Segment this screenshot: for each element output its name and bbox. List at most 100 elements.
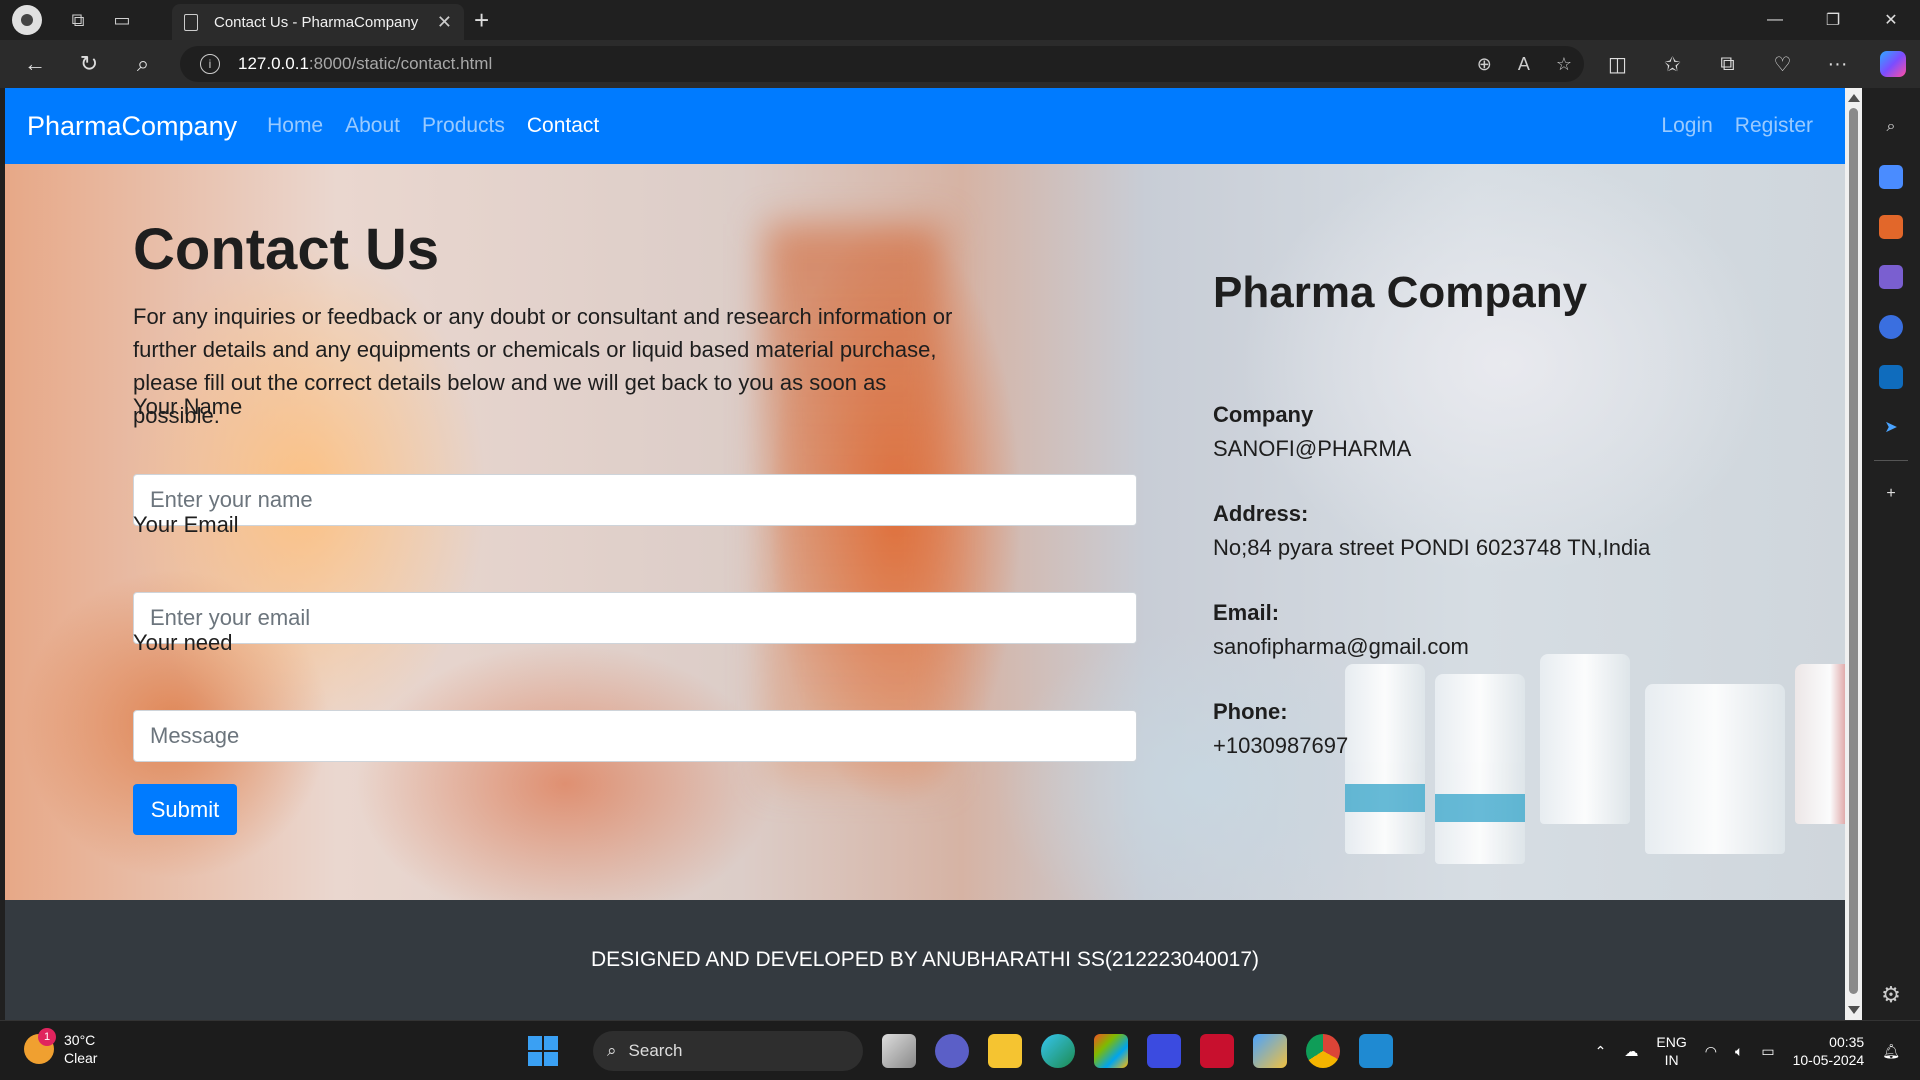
scroll-up-icon[interactable] [1848,94,1860,102]
notification-bell-icon[interactable]: 🔔︎ [1882,1043,1900,1060]
clock[interactable]: 00:35 10-05-2024 [1793,1033,1865,1069]
sidebar-copilot-icon[interactable] [1879,315,1903,339]
region-code: IN [1664,1052,1679,1068]
contact-title: Contact Us [133,217,440,282]
url-host: 127.0.0.1 [238,54,309,73]
language-code: ENG [1656,1034,1687,1050]
taskbar-search[interactable]: ⌕ Search [593,1031,863,1071]
battery-icon[interactable]: ▭ [1761,1043,1774,1060]
address-bar[interactable]: i 127.0.0.1:8000/static/contact.html ⊕ A… [180,46,1584,82]
page-icon [184,13,198,31]
contact-section: Contact Us For any inquiries or feedback… [5,164,1845,900]
login-link[interactable]: Login [1661,114,1712,138]
minimize-icon[interactable]: — [1746,0,1804,40]
more-icon[interactable]: ··· [1810,53,1865,76]
taskbar-search-icon: ⌕ [607,1041,617,1060]
sidebar-tools-icon[interactable] [1879,215,1903,239]
new-tab-icon[interactable]: + [474,0,489,40]
tray-chevron-icon[interactable]: ⌃ [1595,1043,1607,1060]
nav-link-home[interactable]: Home [267,114,323,138]
need-label: Your need [133,630,233,655]
toolbar-right: ◫ ✩ ⧉ ♡ ··· [1590,40,1920,88]
clock-time: 00:35 [1829,1034,1865,1050]
nav-link-products[interactable]: Products [422,114,505,138]
copilot-icon[interactable] [1865,51,1920,77]
weather-moon-icon: 1 [24,1028,56,1064]
favorite-star-icon[interactable]: ☆ [1556,54,1572,75]
workspaces-icon[interactable]: ⧉ [58,0,98,40]
file-explorer-icon[interactable] [988,1034,1022,1068]
close-window-icon[interactable]: ✕ [1862,0,1920,40]
register-link[interactable]: Register [1735,114,1813,138]
sidebar-shopping-icon[interactable] [1879,165,1903,189]
brand-link[interactable]: PharmaCompany [27,111,237,142]
sidebar-send-icon[interactable]: ➤ [1879,415,1903,439]
sidebar-settings-icon[interactable]: ⚙ [1881,982,1901,1008]
weather-badge: 1 [38,1028,56,1046]
sidebar-games-icon[interactable] [1879,265,1903,289]
sidebar-outlook-icon[interactable] [1879,365,1903,389]
nav-link-contact[interactable]: Contact [527,114,599,138]
sidebar-add-icon[interactable]: + [1879,482,1903,506]
address-value: No;84 pyara street PONDI 6023748 TN,Indi… [1213,535,1651,560]
clock-date: 10-05-2024 [1792,1052,1865,1068]
store-icon[interactable] [1094,1034,1128,1068]
search-icon[interactable]: ⌕ [116,40,170,88]
profile-icon[interactable] [12,5,42,35]
volume-icon[interactable]: 🔈︎ [1735,1043,1743,1060]
read-aloud-icon[interactable]: A [1518,54,1530,75]
browser-sidebar: ⌕ ➤ + ⚙ [1862,88,1920,1020]
restore-icon[interactable]: ❐ [1804,0,1862,40]
name-label: Your Name [133,394,243,419]
weather-temperature: 30°C [64,1032,96,1048]
email-label: Your Email [133,512,239,537]
weather-condition: Clear [64,1050,98,1066]
sidebar-search-icon[interactable]: ⌕ [1879,115,1903,139]
start-icon[interactable] [528,1036,558,1066]
weather-widget[interactable]: 1 30°C Clear [24,1028,98,1067]
zoom-icon[interactable]: ⊕ [1477,54,1492,75]
tray-cloud-icon[interactable]: ☁ [1624,1043,1638,1060]
language-indicator[interactable]: ENG IN [1656,1033,1686,1069]
python-icon[interactable] [1253,1034,1287,1068]
nav-link-about[interactable]: About [345,114,400,138]
page-scrollbar[interactable] [1845,88,1862,1020]
submit-button[interactable]: Submit [133,784,237,835]
health-icon[interactable]: ♡ [1755,52,1810,77]
company-label: Company [1213,402,1314,427]
favorites-icon[interactable]: ✩ [1645,52,1700,77]
system-tray: ⌃ ☁ ENG IN ◠ 🔈︎ ▭ 00:35 10-05-2024 🔔︎ [1595,1027,1900,1075]
auth-links: Login Register [1661,88,1813,164]
task-view-icon[interactable] [882,1034,916,1068]
footer-credit: DESIGNED AND DEVELOPED BY ANUBHARATHI SS… [590,948,1259,971]
scroll-down-icon[interactable] [1848,1006,1860,1014]
phone-value: +1030987697 [1213,733,1349,758]
site-info-icon[interactable]: i [200,54,220,74]
scrollbar-thumb[interactable] [1849,108,1858,994]
split-screen-icon[interactable]: ◫ [1590,52,1645,77]
edge-icon[interactable] [1041,1034,1075,1068]
close-tab-icon[interactable]: ✕ [437,12,452,33]
site-footer: DESIGNED AND DEVELOPED BY ANUBHARATHI SS… [5,900,1845,1020]
message-input[interactable] [133,710,1137,762]
active-tab[interactable]: Contact Us - PharmaCompany ✕ [172,4,464,40]
address-label: Address: [1213,501,1309,526]
chrome-icon[interactable] [1306,1034,1340,1068]
refresh-icon[interactable]: ↻ [62,40,116,88]
browser-toolbar: ← ↻ ⌕ i 127.0.0.1:8000/static/contact.ht… [0,40,1920,88]
os-taskbar: 1 30°C Clear ⌕ Search ⌃ ☁ ENG IN ◠ 🔈︎ ▭ [0,1020,1920,1080]
company-info-title: Pharma Company [1213,268,1588,317]
collections-icon[interactable]: ⧉ [1700,53,1755,76]
wifi-icon[interactable]: ◠ [1705,1043,1717,1060]
mcafee-icon[interactable] [1200,1034,1234,1068]
teams-icon[interactable] [935,1034,969,1068]
email-info-label: Email: [1213,600,1280,625]
vscode-icon[interactable] [1359,1034,1393,1068]
app-icon-blue[interactable] [1147,1034,1181,1068]
email-input[interactable] [133,592,1137,644]
back-icon[interactable]: ← [8,40,62,88]
company-value: SANOFI@PHARMA [1213,436,1412,461]
tab-actions-icon[interactable]: ▭ [102,0,142,40]
name-input[interactable] [133,474,1137,526]
email-info-value: sanofipharma@gmail.com [1213,634,1469,659]
